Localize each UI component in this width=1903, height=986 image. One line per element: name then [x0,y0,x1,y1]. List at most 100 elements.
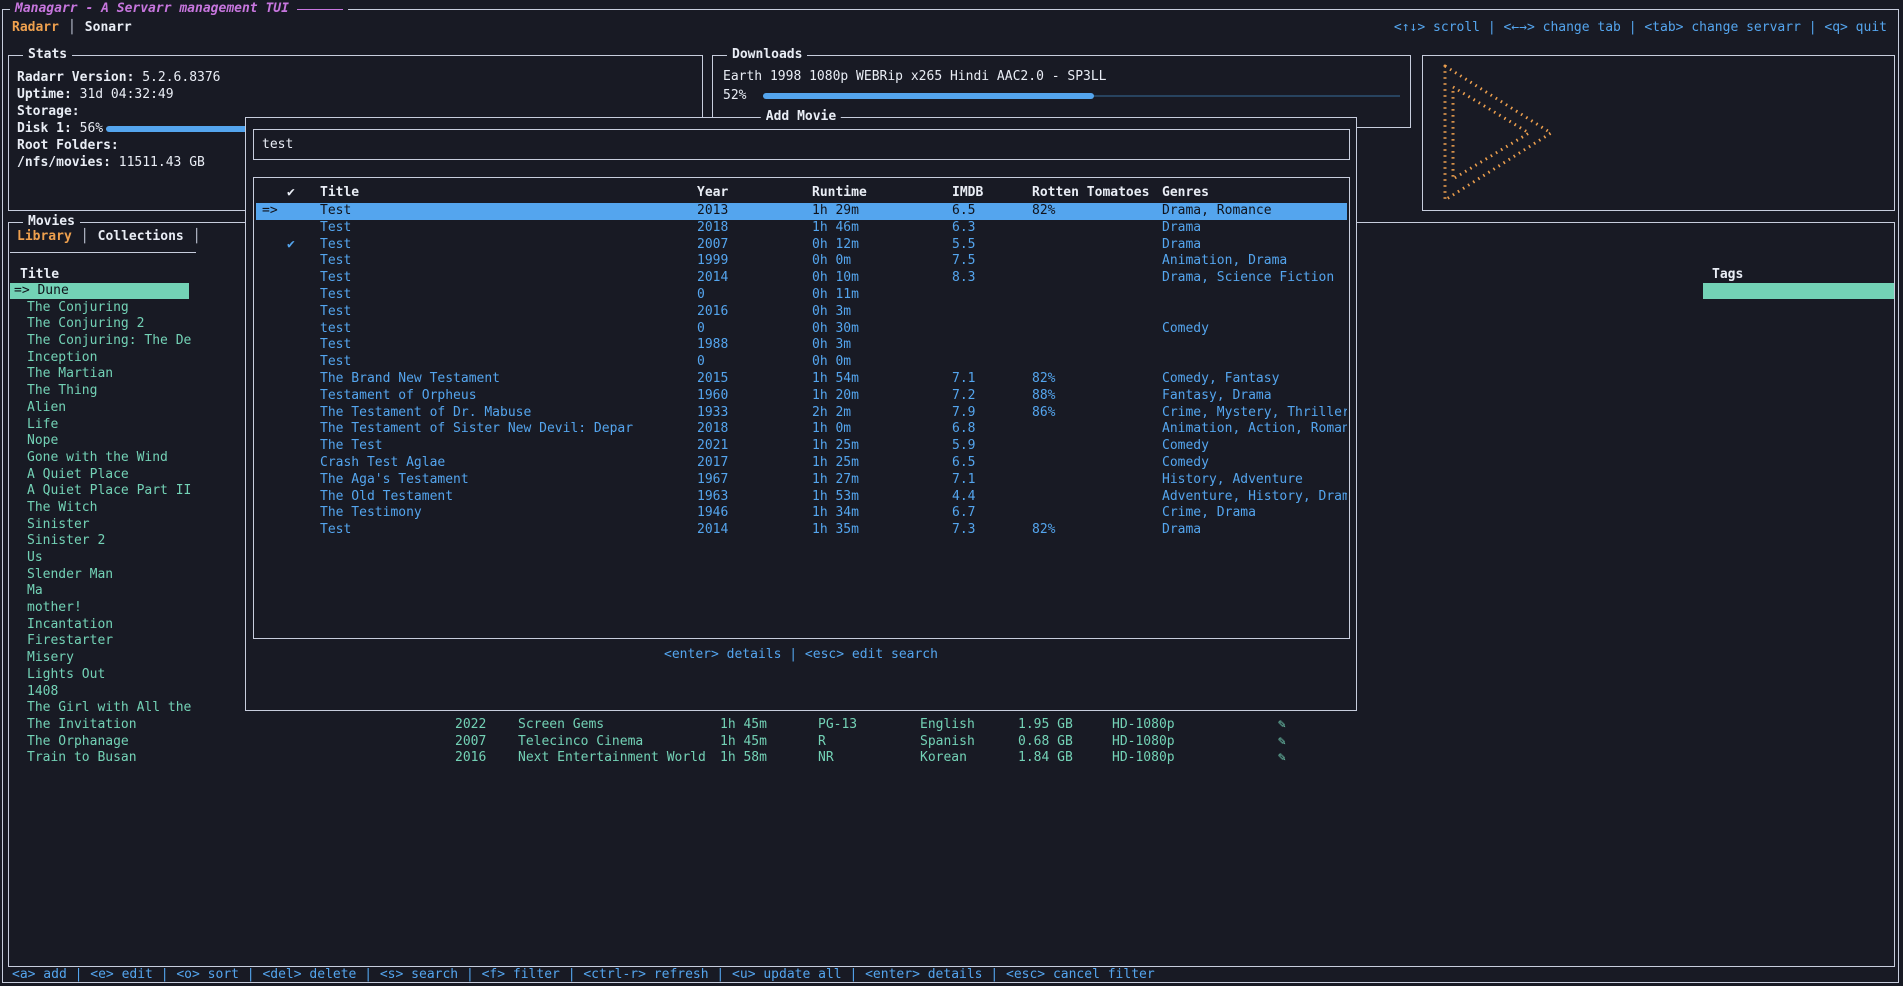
cell-imdb: 6.8 [952,421,975,438]
version-value: 5.2.6.8376 [142,70,220,85]
cell-genres: Drama, Romance [1162,203,1272,220]
root-folder-path: /nfs/movies: [17,155,111,170]
cell-year: 0 [697,354,705,371]
tab-separator: │ [68,20,76,36]
movie-year: 2007 [455,734,486,751]
search-result-row[interactable]: The Testament of Sister New Devil: Depar… [256,421,1347,438]
logo-panel [1422,55,1895,211]
movie-row[interactable]: Train to Busan2016Next Entertainment Wor… [9,750,1894,767]
cell-year: 1933 [697,405,728,422]
title-column-header: Title [320,185,359,201]
search-result-row[interactable]: Test19990h 0m7.5Animation, Drama [256,253,1347,270]
search-result-row[interactable]: The Old Testament19631h 53m4.4Adventure,… [256,489,1347,506]
movie-title: => Dune [14,283,69,300]
search-result-row[interactable]: The Testament of Dr. Mabuse19332h 2m7.98… [256,405,1347,422]
movie-quality: HD-1080p [1112,734,1175,751]
cell-year: 1946 [697,505,728,522]
movie-title: Lights Out [27,667,105,684]
cell-imdb: 5.9 [952,438,975,455]
movies-tabs: Library │ Collections │ [17,228,201,245]
cell-year: 2021 [697,438,728,455]
year-column-header: Year [697,185,728,201]
cell-year: 1963 [697,489,728,506]
search-result-row[interactable]: Test20141h 35m7.382%Drama [256,522,1347,539]
tab-collections[interactable]: Collections [98,228,184,245]
add-movie-modal: Add Movie ✔ Title Year Runtime IMDB Rott… [245,117,1357,711]
search-result-row[interactable]: Crash Test Aglae20171h 25m6.5Comedy [256,455,1347,472]
in-library-check-icon: ✔ [287,237,295,254]
tab-library[interactable]: Library [17,228,72,245]
search-result-row[interactable]: The Brand New Testament20151h 54m7.182%C… [256,371,1347,388]
app-title: Managarr - A Servarr management TUI [10,1,348,17]
search-result-row[interactable]: Test20160h 3m [256,304,1347,321]
cell-runtime: 0h 12m [812,237,859,254]
tab-sonarr[interactable]: Sonarr [85,20,132,36]
movie-title: The Witch [27,500,97,517]
search-result-row[interactable]: Test00h 11m [256,287,1347,304]
stats-uptime-line: Uptime: 31d 04:32:49 [17,86,174,103]
search-result-row[interactable]: Test20140h 10m8.3Drama, Science Fiction [256,270,1347,287]
movie-title: Misery [27,650,74,667]
search-result-row[interactable]: test00h 30mComedy [256,321,1347,338]
search-result-row[interactable]: The Testimony19461h 34m6.7Crime, Drama [256,505,1347,522]
cell-year: 0 [697,321,705,338]
pencil-icon: ✎ [1278,717,1286,734]
title-column-header: Title [20,267,59,283]
top-keybindings: <↑↓> scroll | <←→> change tab | <tab> ch… [1394,20,1887,36]
genres-column-header: Genres [1162,185,1209,201]
cell-runtime: 0h 30m [812,321,859,338]
search-result-row[interactable]: The Aga's Testament19671h 27m7.1History,… [256,472,1347,489]
stats-disk-line: Disk 1: 56% [17,120,103,137]
cell-runtime: 1h 29m [812,203,859,220]
search-result-row[interactable]: The Test20211h 25m5.9Comedy [256,438,1347,455]
cell-title: The Brand New Testament [320,371,500,388]
movie-row[interactable]: The Invitation2022Screen Gems1h 45mPG-13… [9,717,1894,734]
search-result-row[interactable]: Test00h 0m [256,354,1347,371]
stats-storage-line: Storage: [17,103,80,120]
search-result-row[interactable]: Test19880h 3m [256,337,1347,354]
cell-genres: Drama [1162,522,1201,539]
cell-rt: 86% [1032,405,1055,422]
search-result-row[interactable]: Testament of Orpheus19601h 20m7.288%Fant… [256,388,1347,405]
tab-radarr[interactable]: Radarr [12,20,59,36]
movie-runtime: 1h 45m [720,734,767,751]
movie-title: Sinister [27,517,90,534]
movie-title: Slender Man [27,567,113,584]
movie-title: The Martian [27,366,113,383]
cell-runtime: 1h 53m [812,489,859,506]
cell-year: 1960 [697,388,728,405]
cell-imdb: 5.5 [952,237,975,254]
download-progress-gauge [763,87,1400,104]
movie-row[interactable]: The Orphanage2007Telecinco Cinema1h 45mR… [9,734,1894,751]
search-results-table: ✔ Title Year Runtime IMDB Rotten Tomatoe… [253,177,1350,639]
cell-title: The Test [320,438,383,455]
logo-triangle-inner [1453,87,1529,179]
cell-title: Test [320,304,351,321]
movie-title: The Orphanage [27,734,129,751]
cell-runtime: 1h 20m [812,388,859,405]
search-result-row[interactable]: =>Test20131h 29m6.582%Drama, Romance [256,203,1347,220]
movie-certification: NR [818,750,834,767]
cell-runtime: 1h 35m [812,522,859,539]
disk-label: Disk 1: [17,121,72,136]
cell-year: 2018 [697,421,728,438]
logo-triangle-outer [1445,66,1551,200]
cell-imdb: 7.9 [952,405,975,422]
search-result-row[interactable]: Test20181h 46m6.3Drama [256,220,1347,237]
cell-title: Test [320,522,351,539]
cell-runtime: 1h 27m [812,472,859,489]
search-result-row[interactable]: ✔Test20070h 12m5.5Drama [256,237,1347,254]
cell-runtime: 0h 3m [812,304,851,321]
progress-fill [763,93,1094,99]
movie-search-input[interactable] [262,130,1342,159]
download-percent: 52% [723,87,746,104]
download-item-name: Earth 1998 1080p WEBRip x265 Hindi AAC2.… [723,68,1107,85]
cell-runtime: 0h 0m [812,253,851,270]
movie-title: Nope [27,433,58,450]
cell-runtime: 0h 11m [812,287,859,304]
version-label: Radarr Version: [17,70,134,85]
add-movie-title: Add Movie [761,109,841,125]
cell-title: Test [320,253,351,270]
cell-imdb: 4.4 [952,489,975,506]
movie-size: 1.84 GB [1018,750,1073,767]
